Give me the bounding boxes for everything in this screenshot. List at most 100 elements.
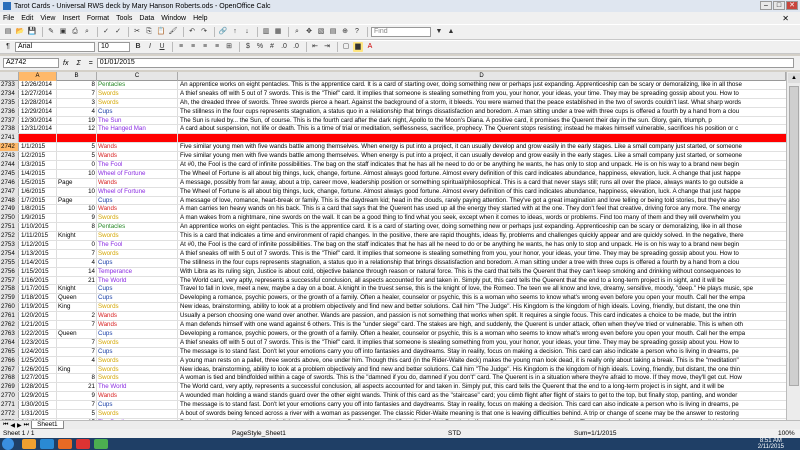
cell-suit[interactable]: Wands [97,152,178,161]
row-number[interactable]: 2741 [0,134,19,143]
cell-rank[interactable]: 8 [57,374,97,383]
table-row[interactable]: 2745 1/4/2015 10 Wheel of Fortune The Wheel … [0,169,786,179]
number-format-icon[interactable]: # [267,42,277,52]
table-row[interactable]: 2768 1/27/2015 8 Swords A woman is tied and … [0,374,786,384]
row-number[interactable]: 2771 [0,401,19,409]
cell-rank[interactable]: 0 [57,241,97,249]
cell-date[interactable]: 1/2/2015 [19,152,57,161]
cell-rank[interactable]: 21 [57,276,97,285]
preview-icon[interactable]: ⌕ [82,27,92,37]
redo-icon[interactable]: ↷ [199,27,209,37]
cell-description[interactable]: The stillness in the four cups represent… [178,259,786,267]
table-row[interactable]: 2754 1/13/2015 7 Swords A thief sneaks off w… [0,249,786,259]
cell-date[interactable]: 1/10/2015 [19,223,57,232]
table-row[interactable]: 2763 1/22/2015 Queen Cups Developing a roman… [0,329,786,339]
cell-rank[interactable]: Queen [57,329,97,338]
row-number[interactable]: 2736 [0,107,19,116]
table-row[interactable]: 2766 1/25/2015 4 Swords A young man rests on… [0,356,786,366]
cell-suit[interactable]: Wands [97,143,178,152]
cut-icon[interactable]: ✂ [132,27,142,37]
cell-date[interactable]: 1/21/2015 [19,321,57,329]
taskbar-clock[interactable]: 8:51 AM 2/11/2015 [758,438,784,450]
cell-description[interactable]: The Sun is ruled by... the Sun, of cours… [178,117,786,125]
cell-description[interactable]: The Wheel of Fortune is all about big th… [178,188,786,196]
cell-rank[interactable]: 5 [57,143,97,152]
cell-date[interactable]: 1/12/2015 [19,241,57,249]
cell-rank[interactable] [57,134,97,143]
cell-description[interactable]: New ideas, brainstorming, ability to loo… [178,366,786,374]
taskbar-folder-icon[interactable] [22,439,36,449]
cell-description[interactable]: A thief sneaks off with 5 out of 7 sword… [178,339,786,347]
cell-suit[interactable]: The World [97,383,178,392]
cell-date[interactable]: 1/9/2015 [19,214,57,223]
cell-rank[interactable]: 10 [57,205,97,214]
taskbar-calc-icon[interactable] [94,439,108,449]
cell-rank[interactable]: 4 [57,258,97,267]
table-row[interactable]: 2756 1/15/2015 14 Temperance With Libra as i… [0,267,786,277]
cell-description[interactable]: A man wakes from a nightmare, nine sword… [178,214,786,222]
gallery-icon[interactable]: ▧ [316,27,326,37]
row-number[interactable]: 2754 [0,249,19,258]
taskbar-ie-icon[interactable] [40,439,54,449]
styles-icon[interactable]: ¶ [3,42,13,52]
undo-icon[interactable]: ↶ [187,27,197,37]
menu-tools[interactable]: Tools [116,15,132,22]
table-row[interactable]: 2749 1/8/2015 10 Wands A man carries ten hea… [0,205,786,215]
print-icon[interactable]: ⎙ [70,27,80,37]
cell-rank[interactable]: Page [57,178,97,187]
table-row[interactable]: 2772 1/31/2015 5 Swords A bout of swords bei… [0,409,786,419]
cell-date[interactable]: 1/3/2015 [19,161,57,169]
cell-suit[interactable]: Cups [97,329,178,338]
table-row[interactable]: 2751 1/10/2015 8 Pentacles An apprentice wor… [0,223,786,233]
row-number[interactable]: 2750 [0,214,19,223]
bold-icon[interactable]: B [133,42,143,52]
cell-description[interactable]: Five similar young men with five wands b… [178,152,786,160]
cell-rank[interactable]: 4 [57,107,97,116]
cell-date[interactable] [19,134,57,143]
cell-suit[interactable]: Wands [97,321,178,329]
cell-date[interactable]: 1/19/2015 [19,303,57,312]
table-row[interactable]: 2770 1/29/2015 9 Wands A wounded man holding… [0,392,786,402]
font-size-box[interactable]: 10 [98,42,130,52]
hyperlink-icon[interactable]: 🔗 [218,27,228,37]
cell-suit[interactable]: Cups [97,258,178,267]
cell-suit[interactable]: Cups [97,294,178,303]
maximize-button[interactable]: □ [773,1,785,10]
cell-description[interactable]: A man defends himself with one wand agai… [178,321,786,329]
cell-rank[interactable]: 9 [57,214,97,223]
font-name-box[interactable]: Arial [15,42,95,52]
menu-view[interactable]: View [40,15,55,22]
cell-date[interactable]: 1/13/2015 [19,249,57,258]
row-number[interactable]: 2734 [0,89,19,98]
cell-suit[interactable]: The World [97,276,178,285]
cell-description[interactable]: Travel to fall in love, meet a new, mayb… [178,285,786,293]
cell-date[interactable]: 1/27/2015 [19,374,57,383]
menu-window[interactable]: Window [161,15,186,22]
table-row[interactable]: 2765 1/24/2015 7 Cups The message is to stan… [0,347,786,357]
cell-rank[interactable]: Knight [57,232,97,241]
underline-icon[interactable]: U [157,42,167,52]
start-button-icon[interactable] [2,438,14,450]
cell-suit[interactable]: Wands [97,178,178,187]
font-color-icon[interactable]: A [365,42,375,52]
row-number[interactable]: 2757 [0,276,19,285]
save-icon[interactable]: 💾 [27,27,37,37]
italic-icon[interactable]: I [145,42,155,52]
cell-rank[interactable]: 7 [57,338,97,347]
cell-date[interactable]: 1/15/2015 [19,267,57,276]
row-number[interactable]: 2759 [0,294,19,303]
cell-description[interactable]: The stillness in the four cups represent… [178,108,786,116]
corner-select-all[interactable] [0,72,19,81]
minimize-button[interactable]: – [760,1,772,10]
cell-date[interactable]: 1/20/2015 [19,312,57,321]
cell-suit[interactable]: Cups [97,347,178,356]
cell-date[interactable]: 12/30/2014 [19,116,57,125]
background-color-icon[interactable]: ▆ [353,42,363,52]
cell-suit[interactable]: Pentacles [97,223,178,232]
menu-format[interactable]: Format [87,15,109,22]
cell-rank[interactable]: 8 [57,223,97,232]
row-number[interactable]: 2745 [0,169,19,178]
first-sheet-icon[interactable]: ⏮ [3,422,8,429]
cell-description[interactable]: The message is to stand fast. Don't let … [178,348,786,356]
table-row[interactable]: 2743 1/2/2015 5 Wands Five similar young men… [0,152,786,162]
